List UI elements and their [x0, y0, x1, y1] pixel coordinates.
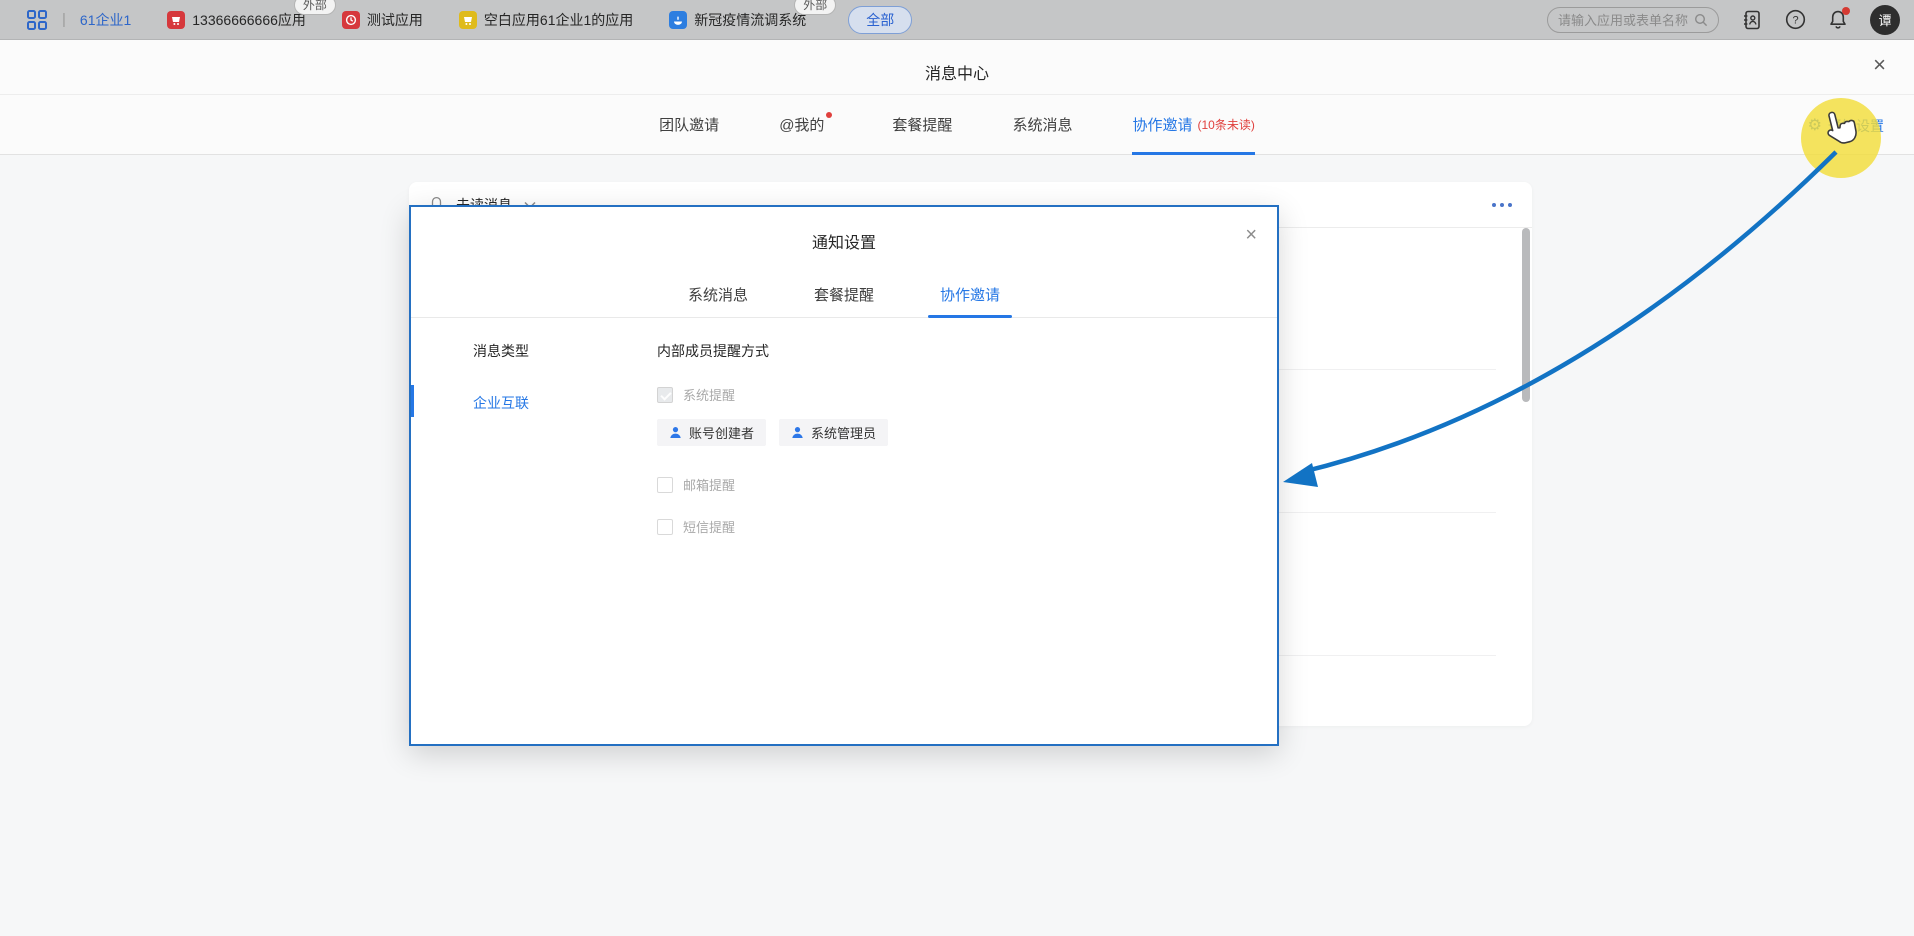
checkbox-email-remind[interactable]: [657, 477, 673, 493]
person-icon: [791, 426, 804, 439]
help-icon[interactable]: ?: [1785, 9, 1806, 30]
modal-tab-collaboration-invite[interactable]: 协作邀请: [940, 271, 1000, 317]
unread-dot: [826, 112, 832, 118]
external-badge: 外部: [294, 0, 336, 15]
address-book-icon[interactable]: [1741, 9, 1763, 31]
member-chips: 账号创建者 系统管理员: [657, 419, 888, 446]
app-icon: [342, 11, 360, 29]
tab-plan-reminder[interactable]: 套餐提醒: [892, 94, 952, 155]
tab-at-me[interactable]: @我的: [779, 94, 832, 155]
external-badge: 外部: [794, 0, 836, 15]
topbar-right: 请输入应用或表单名称 ?: [1547, 5, 1900, 35]
app-tab-4[interactable]: 新冠疫情流调系统 外部: [669, 10, 806, 30]
app-icon: [669, 11, 687, 29]
checkbox-sms-remind[interactable]: [657, 519, 673, 535]
option-system-remind: 系统提醒: [657, 385, 735, 404]
app-tab-2[interactable]: 测试应用: [342, 10, 423, 30]
apps-grid-icon[interactable]: [26, 9, 48, 31]
message-center-header: 消息中心 × 团队邀请 @我的 套餐提醒 系统消息 协作邀请 (10条未读) ⚙: [0, 40, 1914, 155]
member-chip-account-creator: 账号创建者: [657, 419, 766, 446]
avatar[interactable]: 谭: [1870, 5, 1900, 35]
option-email-remind[interactable]: 邮箱提醒: [657, 475, 735, 494]
notification-settings-modal: 通知设置 × 系统消息 套餐提醒 协作邀请 消息类型 内部成员提醒方式 企业互联…: [409, 205, 1279, 746]
active-category-indicator: [411, 385, 414, 417]
modal-tab-system-message[interactable]: 系统消息: [688, 271, 748, 317]
search-input[interactable]: 请输入应用或表单名称: [1547, 7, 1719, 33]
search-icon: [1694, 13, 1708, 27]
all-apps-button[interactable]: 全部: [848, 6, 912, 34]
scrollbar[interactable]: [1522, 228, 1530, 402]
app-tab-3[interactable]: 空白应用61企业1的应用: [459, 10, 633, 30]
tab-team-invite[interactable]: 团队邀请: [659, 94, 719, 155]
top-bar: | 61企业1 13366666666应用 外部 测试应用 空白应用61企业1的…: [0, 0, 1914, 40]
close-icon[interactable]: ×: [1873, 54, 1886, 76]
checkbox-system-remind: [657, 387, 673, 403]
screen: | 61企业1 13366666666应用 外部 测试应用 空白应用61企业1的…: [0, 0, 1914, 936]
modal-title: 通知设置: [411, 229, 1277, 253]
category-enterprise-link[interactable]: 企业互联: [473, 393, 529, 413]
message-center-tabs: 团队邀请 @我的 套餐提醒 系统消息 协作邀请 (10条未读): [0, 94, 1914, 155]
member-chip-system-admin: 系统管理员: [779, 419, 888, 446]
message-type-header: 消息类型: [473, 341, 529, 361]
person-icon: [669, 426, 682, 439]
modal-tab-plan-reminder[interactable]: 套餐提醒: [814, 271, 874, 317]
notification-settings-button[interactable]: ⚙ 通知设置: [1808, 116, 1884, 136]
tab-collaboration-invite[interactable]: 协作邀请 (10条未读): [1132, 94, 1254, 155]
option-sms-remind[interactable]: 短信提醒: [657, 517, 735, 536]
close-icon[interactable]: ×: [1245, 225, 1257, 245]
gear-icon: ⚙: [1808, 118, 1822, 134]
modal-tabs: 系统消息 套餐提醒 协作邀请: [411, 271, 1277, 318]
unread-count-badge: (10条未读): [1197, 116, 1254, 133]
remind-method-header: 内部成员提醒方式: [657, 341, 769, 361]
app-tab-1[interactable]: 13366666666应用 外部: [167, 10, 306, 30]
tab-system-message[interactable]: 系统消息: [1012, 94, 1072, 155]
more-menu-icon[interactable]: [1492, 203, 1512, 207]
page-title: 消息中心: [0, 60, 1914, 84]
notification-dot: [1842, 7, 1850, 15]
app-icon: [459, 11, 477, 29]
bell-icon[interactable]: [1828, 9, 1848, 30]
workspace-link[interactable]: 61企业1: [80, 10, 131, 30]
divider: |: [62, 11, 66, 28]
svg-text:?: ?: [1792, 15, 1798, 27]
app-icon: [167, 11, 185, 29]
